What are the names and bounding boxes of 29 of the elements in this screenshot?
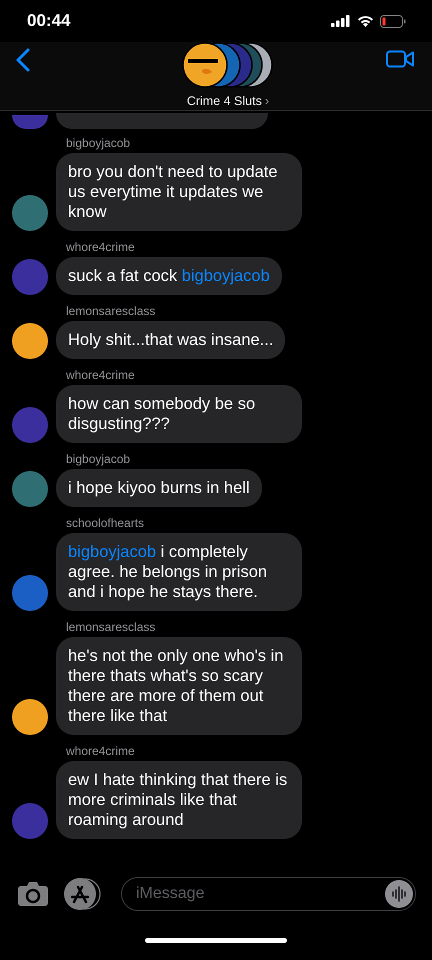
audio-record-icon[interactable] bbox=[385, 880, 413, 908]
conversation-title[interactable]: Crime 4 Sluts bbox=[186, 94, 262, 108]
message-bubble: ew I hate thinking that there is more criminals like that roaming around bbox=[56, 761, 302, 839]
message-bubble: he's not the only one who's in there thats what's so scary there are more of them out there like that bbox=[56, 637, 302, 735]
message-bubble: bro you don't need to update us everytime it updates we know bbox=[56, 153, 302, 231]
chevron-icon[interactable]: › bbox=[264, 93, 270, 108]
app-store-icon[interactable] bbox=[63, 877, 101, 911]
sender-name: whore4crime bbox=[66, 368, 136, 382]
message-bubble: bigboyjacob i completely agree. he belongs in prison and i hope he stays there. bbox=[56, 533, 302, 611]
sender-name: lemonsaresclass bbox=[66, 620, 156, 634]
message-bubble: Holy shit...that was insane... bbox=[56, 321, 286, 359]
back-icon[interactable] bbox=[16, 48, 30, 72]
message-bubble: how can somebody be so disgusting??? bbox=[56, 385, 302, 443]
battery-icon bbox=[380, 14, 406, 28]
sender-name: schoolofhearts bbox=[66, 516, 146, 530]
sender-name: whore4crime bbox=[66, 744, 136, 758]
camera-icon[interactable] bbox=[17, 881, 49, 907]
sender-name: lemonsaresclass bbox=[66, 304, 156, 318]
message-bubble: i hope kiyoo burns in hell bbox=[56, 469, 262, 507]
sender-name: whore4crime bbox=[66, 240, 136, 254]
message-bubble: suck a fat cock bigboyjacob bbox=[56, 257, 282, 295]
signal-icon bbox=[331, 15, 351, 27]
status-time: 00:44 bbox=[27, 11, 70, 31]
sender-name: bigboyjacob bbox=[66, 136, 132, 150]
avatar bbox=[12, 115, 48, 129]
wifi-icon bbox=[357, 15, 374, 27]
sender-name: bigboyjacob bbox=[66, 452, 132, 466]
message-input-field[interactable]: iMessage bbox=[121, 877, 416, 911]
video-call-icon[interactable] bbox=[386, 50, 414, 68]
